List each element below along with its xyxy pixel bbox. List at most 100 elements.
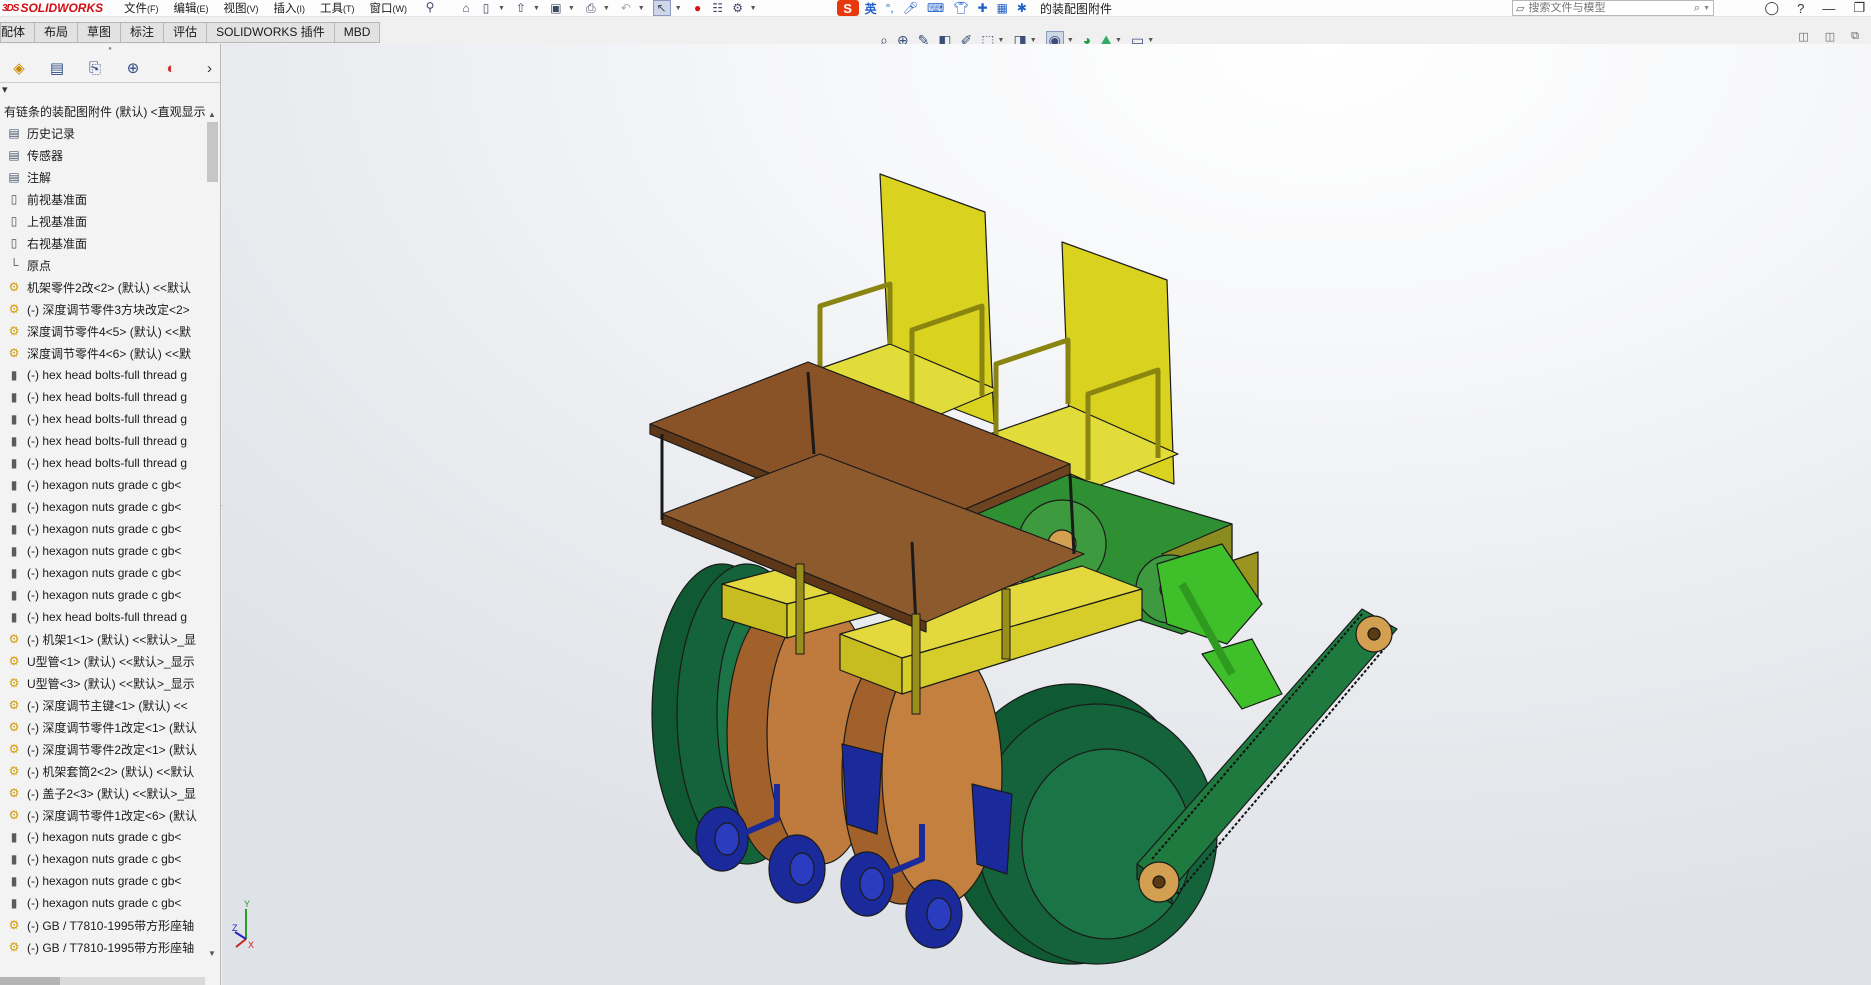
traffic-light-icon[interactable]: ● xyxy=(690,1,706,15)
hscroll-thumb[interactable] xyxy=(0,977,60,985)
hide-show-caret-icon[interactable]: ▼ xyxy=(1067,37,1074,44)
tree-item[interactable]: ▯ 前视基准面 xyxy=(0,188,205,210)
tree-scrollbar[interactable]: ▲ ▼ xyxy=(206,108,219,960)
menu-item-5[interactable]: 窗口(W) xyxy=(370,0,408,16)
apply-scene-caret-icon[interactable]: ▼ xyxy=(1115,37,1122,44)
sogou-ime-logo[interactable]: S xyxy=(836,0,859,16)
tree-item[interactable]: ⚙ (-) 盖子2<3> (默认) <<默认>_显 xyxy=(0,782,205,804)
command-tab-3[interactable]: 标注 xyxy=(121,22,165,43)
open-caret-icon[interactable]: ▼ xyxy=(533,5,540,12)
tree-item[interactable]: ⚙ (-) 深度调节零件3方块改定<2> xyxy=(0,298,205,320)
minimize-icon[interactable]: — xyxy=(1822,1,1835,16)
feature-tree-tab-icon[interactable]: ◈ xyxy=(0,59,38,77)
scroll-down-icon[interactable]: ▼ xyxy=(208,949,216,958)
menu-item-4[interactable]: 工具(T) xyxy=(320,0,355,16)
graphics-area[interactable]: Y X Z xyxy=(222,44,1871,985)
command-tab-5[interactable]: SOLIDWORKS 插件 xyxy=(207,22,335,43)
open-icon[interactable]: ⇧ xyxy=(513,1,529,15)
view-orientation-caret-icon[interactable]: ▼ xyxy=(998,37,1005,44)
tree-item[interactable]: ▮ (-) hexagon nuts grade c gb< xyxy=(0,826,205,848)
command-tab-6[interactable]: MBD xyxy=(334,22,381,43)
tree-item[interactable]: ▤ 历史记录 xyxy=(0,122,205,144)
scroll-thumb[interactable] xyxy=(207,122,218,182)
search-icon[interactable]: ⌕ xyxy=(1694,2,1700,15)
search-box[interactable]: ▱ ⌕ ▼ xyxy=(1512,0,1714,16)
tree-item[interactable]: ▮ (-) hex head bolts-full thread g xyxy=(0,364,205,386)
configuration-manager-tab-icon[interactable]: ⎘ xyxy=(76,60,114,77)
dimxpert-tab-icon[interactable]: ⊕ xyxy=(114,59,152,77)
tree-item[interactable]: ▮ (-) hex head bolts-full thread g xyxy=(0,606,205,628)
tree-item[interactable]: ▤ 传感器 xyxy=(0,144,205,166)
tree-item[interactable]: ▯ 右视基准面 xyxy=(0,232,205,254)
gamepad-icon[interactable]: ✚ xyxy=(978,1,988,15)
tree-item[interactable]: ⚙ (-) GB / T7810-1995带方形座轴 xyxy=(0,936,205,958)
undo-icon[interactable]: ↶ xyxy=(618,1,634,15)
chevron-right-icon[interactable]: › xyxy=(207,60,212,77)
menu-item-1[interactable]: 编辑(E) xyxy=(174,0,209,16)
ime-settings-icon[interactable]: ✱ xyxy=(1017,1,1027,15)
viewport-collapse-left-icon[interactable]: ◫ xyxy=(1798,30,1808,43)
scroll-up-icon[interactable]: ▲ xyxy=(208,110,216,119)
options-caret-icon[interactable]: ▼ xyxy=(750,5,757,12)
new-document-icon[interactable]: ▯ xyxy=(478,1,494,15)
tree-item[interactable]: ⚙ (-) 深度调节零件2改定<1> (默认 xyxy=(0,738,205,760)
command-tab-4[interactable]: 评估 xyxy=(164,22,208,43)
select-cursor-icon[interactable]: ↖ xyxy=(652,0,671,16)
tree-item[interactable]: ▮ (-) hexagon nuts grade c gb< xyxy=(0,518,205,540)
tree-item[interactable]: ▮ (-) hexagon nuts grade c gb< xyxy=(0,584,205,606)
display-style-caret-icon[interactable]: ▼ xyxy=(1030,37,1037,44)
tree-item[interactable]: ▯ 上视基准面 xyxy=(0,210,205,232)
user-account-icon[interactable]: ◯ xyxy=(1765,0,1780,16)
save-caret-icon[interactable]: ▼ xyxy=(568,5,575,12)
pin-menu-icon[interactable]: ⚲ xyxy=(422,0,438,14)
tree-item[interactable]: ⚙ 机架零件2改<2> (默认) <<默认 xyxy=(0,276,205,298)
planter-assembly-model[interactable] xyxy=(222,44,1871,985)
skin-shirt-icon[interactable]: 👕︎ xyxy=(953,1,968,15)
tree-item[interactable]: ▮ (-) hexagon nuts grade c gb< xyxy=(0,870,205,892)
tree-item[interactable]: ⚙ U型管<1> (默认) <<默认>_显示 xyxy=(0,650,205,672)
tree-item[interactable]: ⚙ (-) 机架套筒2<2> (默认) <<默认 xyxy=(0,760,205,782)
tree-item[interactable]: ⚙ U型管<3> (默认) <<默认>_显示 xyxy=(0,672,205,694)
options-gear-icon[interactable]: ⚙ xyxy=(730,1,746,15)
viewport-collapse-right-icon[interactable]: ◫ xyxy=(1825,30,1835,43)
command-tab-2[interactable]: 草图 xyxy=(78,22,122,43)
keyboard-icon[interactable]: ⌨ xyxy=(927,1,944,15)
tree-item[interactable]: ▮ (-) hex head bolts-full thread g xyxy=(0,430,205,452)
menu-item-2[interactable]: 视图(V) xyxy=(224,0,259,16)
solidworks-logo[interactable]: 3DS SOLIDWORKS xyxy=(0,1,112,15)
tree-item[interactable]: ▮ (-) hexagon nuts grade c gb< xyxy=(0,474,205,496)
ime-lang-toggle[interactable]: 英 xyxy=(865,0,877,16)
select-caret-icon[interactable]: ▼ xyxy=(675,5,682,12)
panel-grip-icon[interactable]: ● xyxy=(0,44,220,54)
menu-item-0[interactable]: 文件(F) xyxy=(124,0,159,16)
menu-item-3[interactable]: 插入(I) xyxy=(274,0,306,16)
tree-item[interactable]: ▮ (-) hexagon nuts grade c gb< xyxy=(0,496,205,518)
property-manager-tab-icon[interactable]: ▤ xyxy=(38,59,76,77)
tree-item[interactable]: ▮ (-) hex head bolts-full thread g xyxy=(0,386,205,408)
help-icon[interactable]: ? xyxy=(1797,1,1804,16)
tree-item[interactable]: ▤ 注解 xyxy=(0,166,205,188)
tree-item[interactable]: ⚙ (-) 深度调节零件1改定<6> (默认 xyxy=(0,804,205,826)
tree-item[interactable]: └ 原点 xyxy=(0,254,205,276)
command-tab-1[interactable]: 布局 xyxy=(35,22,79,43)
tree-item[interactable]: ▮ (-) hex head bolts-full thread g xyxy=(0,408,205,430)
tree-item[interactable]: ⚙ (-) 深度调节零件1改定<1> (默认 xyxy=(0,716,205,738)
microphone-icon[interactable]: 🎤︎ xyxy=(903,1,918,15)
tree-filter-icon[interactable]: ▾ xyxy=(0,83,220,99)
print-icon[interactable]: ⎙ xyxy=(583,1,599,15)
restore-icon[interactable]: ❐ xyxy=(1853,0,1865,16)
tree-item[interactable]: ⚙ (-) 机架1<1> (默认) <<默认>_显 xyxy=(0,628,205,650)
punctuation-icon[interactable]: °, xyxy=(886,1,894,15)
tree-root-assembly[interactable]: 有链条的装配图附件 (默认) <直观显示 xyxy=(0,100,209,122)
new-caret-icon[interactable]: ▼ xyxy=(498,5,505,12)
file-properties-icon[interactable]: ☷ xyxy=(710,1,726,15)
tree-item[interactable]: ▮ (-) hexagon nuts grade c gb< xyxy=(0,540,205,562)
tree-horizontal-scrollbar[interactable] xyxy=(0,977,205,985)
tree-item[interactable]: ▮ (-) hex head bolts-full thread g xyxy=(0,452,205,474)
display-manager-tab-icon[interactable]: ◐ xyxy=(152,60,190,77)
search-caret-icon[interactable]: ▼ xyxy=(1703,5,1710,12)
undo-caret-icon[interactable]: ▼ xyxy=(638,5,645,12)
home-icon[interactable]: ⌂ xyxy=(458,1,474,15)
command-tab-0[interactable]: 配体 xyxy=(0,22,36,43)
depth-adjust-linkage[interactable] xyxy=(1156,543,1283,710)
